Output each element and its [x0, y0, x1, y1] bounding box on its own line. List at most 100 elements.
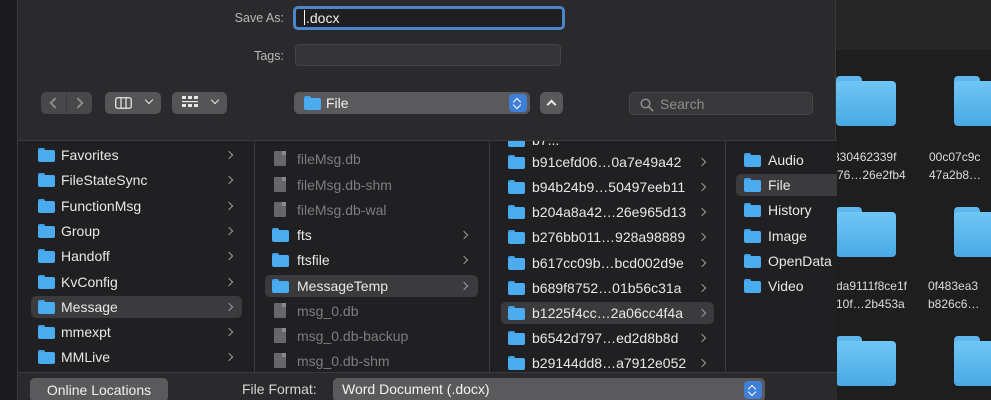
folder-icon[interactable]	[836, 76, 896, 126]
item-label: MessageTemp	[297, 278, 389, 294]
list-item[interactable]: b276bb011…928a98889	[501, 226, 714, 248]
list-item[interactable]: ftsfile	[265, 249, 478, 271]
document-icon	[274, 151, 286, 166]
item-label: msg_0.db	[297, 303, 359, 319]
folder-icon[interactable]	[954, 76, 991, 126]
list-item[interactable]: FunctionMsg	[31, 195, 242, 217]
columns-view-icon	[115, 97, 132, 109]
forward-button[interactable]	[67, 92, 92, 114]
tags-field[interactable]	[295, 44, 561, 66]
chevron-right-icon	[224, 226, 234, 236]
chevron-right-icon	[459, 281, 469, 291]
folder-icon	[744, 203, 761, 217]
folder-icon	[508, 306, 525, 320]
folder-icon	[38, 325, 55, 339]
list-item[interactable]: Audio	[736, 149, 837, 171]
folder-icon	[744, 254, 761, 268]
chevron-right-icon	[697, 358, 707, 368]
list-item[interactable]: b91cefd06…0a7e49a42	[501, 151, 714, 173]
folder-icon[interactable]	[954, 207, 991, 257]
back-button[interactable]	[41, 92, 66, 114]
list-item[interactable]: OpenData	[736, 250, 837, 272]
list-item[interactable]: Image	[736, 225, 837, 247]
save-as-field[interactable]: .docx	[293, 6, 565, 30]
text-caret	[304, 10, 305, 25]
list-item[interactable]: b617cc09b…bcd002d9e	[501, 252, 714, 274]
list-item[interactable]: fileMsg.db	[265, 148, 478, 170]
folder-icon	[744, 153, 761, 167]
folder-icon	[508, 356, 525, 370]
item-label: KvConfig	[61, 274, 118, 290]
list-item-selected[interactable]: b1225f4cc…2a06cc4f4a	[501, 302, 714, 324]
list-item[interactable]: msg_0.db	[265, 300, 478, 322]
background-item-label: 10f…2b453a	[836, 297, 905, 311]
chevron-right-icon	[72, 97, 84, 109]
chevron-down-icon	[210, 95, 220, 105]
list-item[interactable]: fileMsg.db-shm	[265, 174, 478, 196]
folder-icon	[508, 205, 525, 219]
item-label: msg_0.db-backup	[297, 328, 409, 344]
item-label: b94b24b9…50497eeb11	[532, 179, 686, 195]
item-label: b29144dd8…a7912e052	[532, 355, 687, 371]
list-item[interactable]: fileMsg.db-wal	[265, 199, 478, 221]
item-label: MMLive	[61, 349, 111, 365]
group-by-button[interactable]	[172, 92, 227, 114]
document-icon	[274, 328, 286, 343]
chevron-right-icon	[697, 308, 707, 318]
list-item[interactable]: msg_0.db-shm	[265, 350, 478, 372]
folder-icon[interactable]	[954, 336, 991, 386]
list-item[interactable]: msg_0.db-backup	[265, 325, 478, 347]
popup-stepper-icon	[509, 94, 527, 112]
chevron-right-icon	[697, 333, 707, 343]
list-item[interactable]: mmexpt	[31, 321, 242, 343]
list-item[interactable]: Handoff	[31, 245, 242, 267]
chevron-right-icon	[459, 230, 469, 240]
chevron-right-icon	[697, 182, 707, 192]
background-item-label: b826c6…	[928, 297, 980, 311]
document-icon	[274, 202, 286, 217]
folder-icon	[272, 253, 289, 267]
list-item[interactable]: b29144dd8…a7912e052	[501, 352, 714, 372]
folder-icon	[744, 178, 761, 192]
item-label: msg_0.db-shm	[297, 353, 390, 369]
search-input[interactable]: Search	[629, 92, 813, 115]
list-item-selected[interactable]: Message	[31, 296, 242, 318]
item-label: ftsfile	[297, 252, 330, 268]
chevron-right-icon	[697, 283, 707, 293]
background-item-label: 76…26e2fb4	[837, 168, 906, 182]
item-label: b6542d797…ed2d8b8d	[532, 330, 679, 346]
list-item[interactable]: MMLive	[31, 346, 242, 368]
folder-icon	[38, 275, 55, 289]
list-item[interactable]: b7...	[501, 141, 714, 151]
list-item[interactable]: b204a8a42…26e965d13	[501, 201, 714, 223]
list-item[interactable]: FileStateSync	[31, 169, 242, 191]
save-as-value: .docx	[306, 10, 340, 26]
view-mode-button[interactable]	[105, 92, 161, 114]
folder-icon[interactable]	[836, 207, 896, 257]
list-item[interactable]: Video	[736, 275, 837, 297]
location-popup[interactable]: File	[294, 92, 530, 114]
chevron-right-icon	[224, 201, 234, 211]
list-item[interactable]: Favorites	[31, 144, 242, 166]
item-label: Audio	[768, 152, 804, 168]
item-label: Favorites	[61, 147, 119, 163]
list-item[interactable]: Group	[31, 220, 242, 242]
collapse-button[interactable]	[540, 92, 563, 114]
list-item[interactable]: b6542d797…ed2d8b8d	[501, 327, 714, 349]
list-item-selected[interactable]: MessageTemp	[265, 275, 478, 297]
item-label: Image	[768, 228, 807, 244]
list-item[interactable]: fts	[265, 224, 478, 246]
online-locations-button[interactable]: Online Locations	[30, 378, 168, 400]
chevron-left-icon	[49, 97, 61, 109]
list-item-selected[interactable]: File	[736, 174, 837, 196]
item-label: fileMsg.db-wal	[297, 202, 387, 218]
chevron-right-icon	[697, 258, 707, 268]
list-item[interactable]: KvConfig	[31, 271, 242, 293]
folder-icon[interactable]	[836, 336, 896, 386]
chevron-right-icon	[224, 352, 234, 362]
list-item[interactable]: History	[736, 199, 837, 221]
file-format-popup[interactable]: Word Document (.docx)	[333, 378, 765, 400]
list-item[interactable]: b94b24b9…50497eeb11	[501, 176, 714, 198]
search-icon	[640, 98, 654, 112]
list-item[interactable]: b689f8752…01b56c31a	[501, 277, 714, 299]
